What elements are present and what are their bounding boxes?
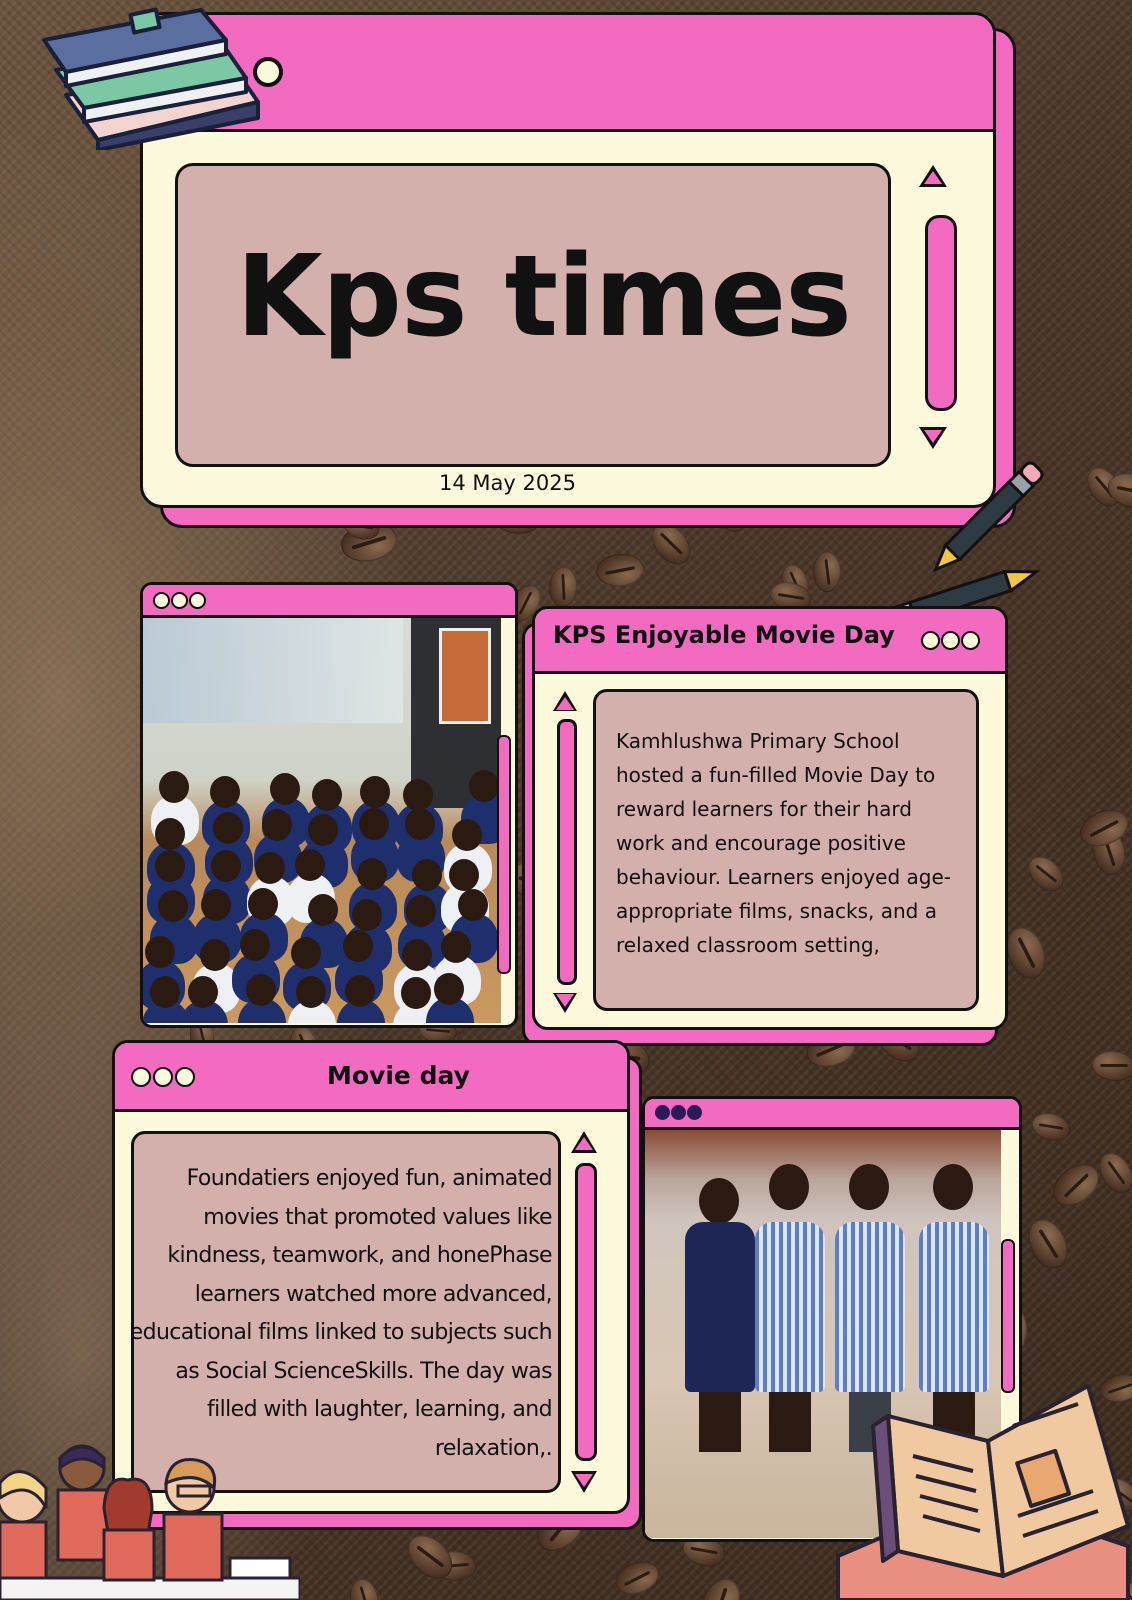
coffee-bean — [611, 1555, 664, 1600]
coffee-bean — [812, 551, 841, 593]
coffee-bean — [1090, 1049, 1132, 1084]
learner-head — [433, 972, 464, 1005]
window-dot-icon[interactable] — [171, 592, 188, 609]
photo-window-1 — [140, 582, 518, 1028]
learner-head — [769, 1164, 809, 1210]
window-dot-icon[interactable] — [189, 592, 206, 609]
window-dot-icon[interactable] — [941, 631, 960, 650]
learner-head — [291, 936, 322, 969]
coffee-bean — [1045, 1155, 1107, 1214]
scroll-down-icon[interactable] — [571, 1471, 597, 1493]
learner-head — [188, 975, 218, 1008]
learner-head — [403, 778, 434, 811]
article-1-body-panel: Kamhlushwa Primary School hosted a fun-f… — [593, 689, 979, 1011]
window-dot-icon[interactable] — [175, 1067, 195, 1087]
photo-window-1-titlebar — [143, 585, 515, 618]
learner-head — [352, 898, 383, 931]
learner-head — [404, 808, 435, 841]
article-1-titlebar: KPS Enjoyable Movie Day — [535, 609, 1005, 674]
learner-head — [849, 1164, 889, 1210]
article-2-titlebar: Movie day — [115, 1043, 627, 1112]
photo-window-1-scrollbar[interactable] — [497, 735, 511, 974]
coffee-bean — [1021, 1213, 1076, 1276]
students-illustration — [0, 1444, 300, 1600]
learner-head — [149, 976, 180, 1009]
seated-learners — [143, 618, 501, 1023]
photo-window-2-titlebar — [645, 1099, 1019, 1130]
learner-head — [359, 775, 390, 808]
window-dot-icon[interactable] — [153, 592, 170, 609]
masthead-scrollbar[interactable] — [925, 215, 957, 411]
coffee-bean — [1029, 1109, 1074, 1146]
page-title: Kps times — [236, 232, 852, 362]
window-dot-icon[interactable] — [131, 1067, 151, 1087]
window-dot-icon[interactable] — [961, 631, 980, 650]
learner-head — [402, 938, 433, 971]
article-2-body: Foundatiers enjoyed fun, animated movies… — [131, 1166, 553, 1461]
photo-learners-watching-movie — [143, 618, 501, 1023]
books-stack-icon — [42, 7, 283, 150]
scroll-down-icon[interactable] — [553, 993, 577, 1013]
open-book-icon — [836, 1384, 1130, 1600]
article-1-scrollbar[interactable] — [557, 719, 577, 985]
learner-body — [685, 1222, 755, 1392]
learner-head — [933, 1164, 973, 1210]
article-1-body: Kamhlushwa Primary School hosted a fun-f… — [616, 729, 951, 957]
learner-head — [255, 851, 286, 884]
learner-head — [155, 850, 185, 883]
learner-head — [699, 1178, 739, 1224]
coffee-bean — [1021, 850, 1071, 899]
coffee-bean — [595, 552, 646, 589]
issue-date: 14 May 2025 — [439, 471, 576, 495]
learner-head — [468, 769, 499, 802]
learner-head — [158, 770, 189, 803]
learner-head — [210, 850, 241, 883]
coffee-bean — [346, 1576, 381, 1600]
learner-body — [755, 1222, 825, 1392]
learner-head — [209, 775, 240, 808]
learner-head — [458, 888, 489, 921]
coffee-bean — [548, 566, 578, 609]
window-dot-icon[interactable] — [687, 1105, 702, 1120]
window-dot-icon[interactable] — [153, 1067, 173, 1087]
learner-head — [357, 857, 388, 890]
learner-head — [154, 818, 185, 851]
learner-head — [400, 976, 431, 1009]
learner-head — [200, 888, 231, 921]
article-2-heading: Movie day — [327, 1061, 470, 1090]
learner-legs — [769, 1392, 811, 1452]
learner-head — [342, 930, 373, 963]
learner-legs — [699, 1392, 741, 1452]
masthead-title-panel: Kps times — [175, 163, 891, 467]
learner-head — [158, 889, 189, 922]
learner-head — [239, 929, 270, 962]
scroll-up-icon[interactable] — [553, 691, 577, 711]
article-2-scrollbar[interactable] — [575, 1163, 597, 1461]
article-1-heading: KPS Enjoyable Movie Day — [553, 621, 895, 649]
learner-head — [311, 779, 342, 812]
window-dot-icon[interactable] — [655, 1105, 670, 1120]
article-1-window: KPS Enjoyable Movie Day Kamhlushwa Prima… — [532, 606, 1008, 1030]
learner-head — [405, 895, 436, 928]
window-dot-icon[interactable] — [921, 631, 940, 650]
window-dot-icon[interactable] — [671, 1105, 686, 1120]
scroll-up-icon[interactable] — [919, 165, 947, 187]
learner-head — [144, 936, 175, 969]
scroll-up-icon[interactable] — [571, 1131, 597, 1153]
learner-head — [199, 938, 230, 971]
coffee-bean — [692, 1571, 748, 1600]
